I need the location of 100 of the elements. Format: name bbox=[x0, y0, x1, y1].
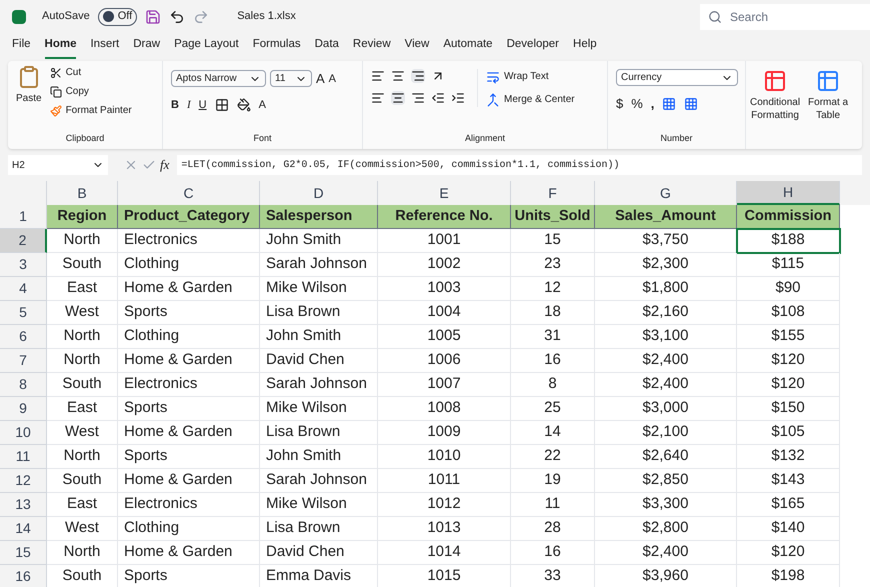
table-cell: David Chen bbox=[260, 541, 378, 565]
function-button[interactable]: fx bbox=[160, 155, 170, 175]
table-cell: 16 bbox=[511, 349, 595, 373]
row-header[interactable]: 3 bbox=[0, 253, 47, 277]
column-header[interactable]: H bbox=[737, 181, 840, 205]
table-cell: $2,400 bbox=[595, 373, 737, 397]
table-cell: Electronics bbox=[118, 229, 260, 253]
ribbon-tab[interactable]: View bbox=[404, 36, 430, 59]
ribbon-tab[interactable]: File bbox=[12, 36, 31, 59]
search-field[interactable]: Search bbox=[730, 4, 860, 30]
row-header[interactable]: 5 bbox=[0, 301, 47, 325]
table-cell: West bbox=[47, 301, 118, 325]
align-right-icon[interactable] bbox=[411, 91, 425, 105]
ribbon-tab[interactable]: Page Layout bbox=[174, 36, 239, 59]
cut-button[interactable]: Cut bbox=[50, 65, 132, 80]
table-cell: 1015 bbox=[378, 565, 511, 587]
merge-center-button[interactable]: Merge & Center bbox=[486, 92, 575, 107]
undo-icon[interactable] bbox=[169, 8, 186, 24]
table-cell: $115 bbox=[737, 253, 840, 277]
table-cell: 28 bbox=[511, 517, 595, 541]
paste-button[interactable]: Paste bbox=[16, 65, 42, 132]
header-cell: Reference No. bbox=[378, 205, 511, 229]
table-cell: $132 bbox=[737, 445, 840, 469]
row-header[interactable]: 15 bbox=[0, 541, 47, 565]
row-header[interactable]: 8 bbox=[0, 373, 47, 397]
bold-button[interactable]: B bbox=[171, 96, 179, 113]
row-header[interactable]: 11 bbox=[0, 445, 47, 469]
row-header[interactable]: 2 bbox=[0, 229, 47, 253]
increase-indent-icon[interactable] bbox=[451, 91, 465, 105]
borders-icon[interactable] bbox=[214, 98, 229, 112]
paintbrush-icon bbox=[50, 104, 62, 116]
table-cell: John Smith bbox=[260, 229, 378, 253]
italic-button[interactable]: I bbox=[186, 96, 191, 113]
autosave-label: AutoSave bbox=[42, 9, 90, 24]
table-cell: $2,100 bbox=[595, 421, 737, 445]
table-cell: North bbox=[47, 349, 118, 373]
ribbon-tab[interactable]: Developer bbox=[506, 36, 560, 59]
row-header[interactable]: 4 bbox=[0, 277, 47, 301]
row-header[interactable]: 12 bbox=[0, 469, 47, 493]
table-cell: $2,850 bbox=[595, 469, 737, 493]
underline-button[interactable]: U bbox=[198, 96, 207, 113]
ribbon-tab[interactable]: Draw bbox=[133, 36, 160, 59]
autosave-toggle[interactable]: Off bbox=[98, 8, 138, 26]
grow-font-button[interactable]: A bbox=[316, 69, 325, 88]
row-header[interactable]: 14 bbox=[0, 517, 47, 541]
table-cell: 1002 bbox=[378, 253, 511, 277]
styles-button[interactable]: Format a Table bbox=[808, 69, 848, 149]
ribbon-tab[interactable]: Home bbox=[44, 36, 76, 59]
table-cell: 1013 bbox=[378, 517, 511, 541]
table-cell: 1003 bbox=[378, 277, 511, 301]
table-cell: 1005 bbox=[378, 325, 511, 349]
fill-color-icon[interactable] bbox=[236, 98, 251, 112]
table-cell: Emma Davis bbox=[260, 565, 378, 587]
table-cell: $105 bbox=[737, 421, 840, 445]
font-color-button[interactable]: A bbox=[258, 96, 266, 113]
row-header[interactable]: 7 bbox=[0, 349, 47, 373]
table-cell: Sports bbox=[118, 301, 260, 325]
number-format-dropdown[interactable]: Currency bbox=[616, 69, 738, 86]
wrap-text-button[interactable]: Wrap Text bbox=[486, 69, 575, 84]
align-bottom-icon[interactable] bbox=[411, 69, 425, 83]
row-header[interactable]: 16 bbox=[0, 565, 47, 587]
align-left-icon[interactable] bbox=[371, 91, 385, 105]
format-painter-button[interactable]: Format Painter bbox=[50, 103, 132, 118]
formula-field[interactable]: =LET(commission, G2*0.05, IF(commission>500, commission*1.1, commission)) bbox=[177, 155, 862, 175]
row-header[interactable]: 13 bbox=[0, 493, 47, 517]
align-top-icon[interactable] bbox=[371, 69, 385, 83]
file-name[interactable]: Sales 1.xlsx bbox=[237, 8, 296, 25]
ribbon-tab[interactable]: Data bbox=[314, 36, 339, 59]
font-name-dropdown[interactable]: Aptos Narrow bbox=[171, 70, 266, 88]
ribbon-tab[interactable]: Formulas bbox=[252, 36, 301, 59]
ribbon-tab[interactable]: Help bbox=[573, 36, 597, 59]
align-middle-icon[interactable] bbox=[391, 69, 405, 83]
decrease-indent-icon[interactable] bbox=[431, 91, 445, 105]
ribbon-tab[interactable]: Automate bbox=[443, 36, 493, 59]
copy-button[interactable]: Copy bbox=[50, 84, 132, 99]
row-header[interactable]: 6 bbox=[0, 325, 47, 349]
search-box[interactable]: Search bbox=[700, 4, 870, 30]
row-header[interactable]: 10 bbox=[0, 421, 47, 445]
table-cell: 11 bbox=[511, 493, 595, 517]
currency-button[interactable]: $ bbox=[616, 94, 624, 114]
align-center-icon[interactable] bbox=[391, 91, 405, 105]
ribbon-tab[interactable]: Review bbox=[352, 36, 391, 59]
header-cell: Units_Sold bbox=[511, 205, 595, 229]
table-cell: 1008 bbox=[378, 397, 511, 421]
header-cell: Region bbox=[47, 205, 118, 229]
table-cell: East bbox=[47, 493, 118, 517]
font-size-dropdown[interactable]: 11 bbox=[270, 70, 312, 88]
row-header[interactable]: 9 bbox=[0, 397, 47, 421]
table-cell: South bbox=[47, 253, 118, 277]
table-cell: $2,160 bbox=[595, 301, 737, 325]
styles-button[interactable]: Conditional Formatting bbox=[750, 69, 800, 149]
table-cell: East bbox=[47, 397, 118, 421]
shrink-font-button[interactable]: A bbox=[328, 70, 336, 87]
save-icon[interactable] bbox=[145, 8, 162, 24]
row-header[interactable]: 1 bbox=[0, 205, 47, 229]
comma-button[interactable]: , bbox=[650, 94, 654, 114]
table-cell: $120 bbox=[737, 349, 840, 373]
ribbon-tab[interactable]: Insert bbox=[90, 36, 120, 59]
percent-button[interactable]: % bbox=[631, 94, 643, 114]
name-box[interactable]: H2 bbox=[8, 155, 108, 175]
